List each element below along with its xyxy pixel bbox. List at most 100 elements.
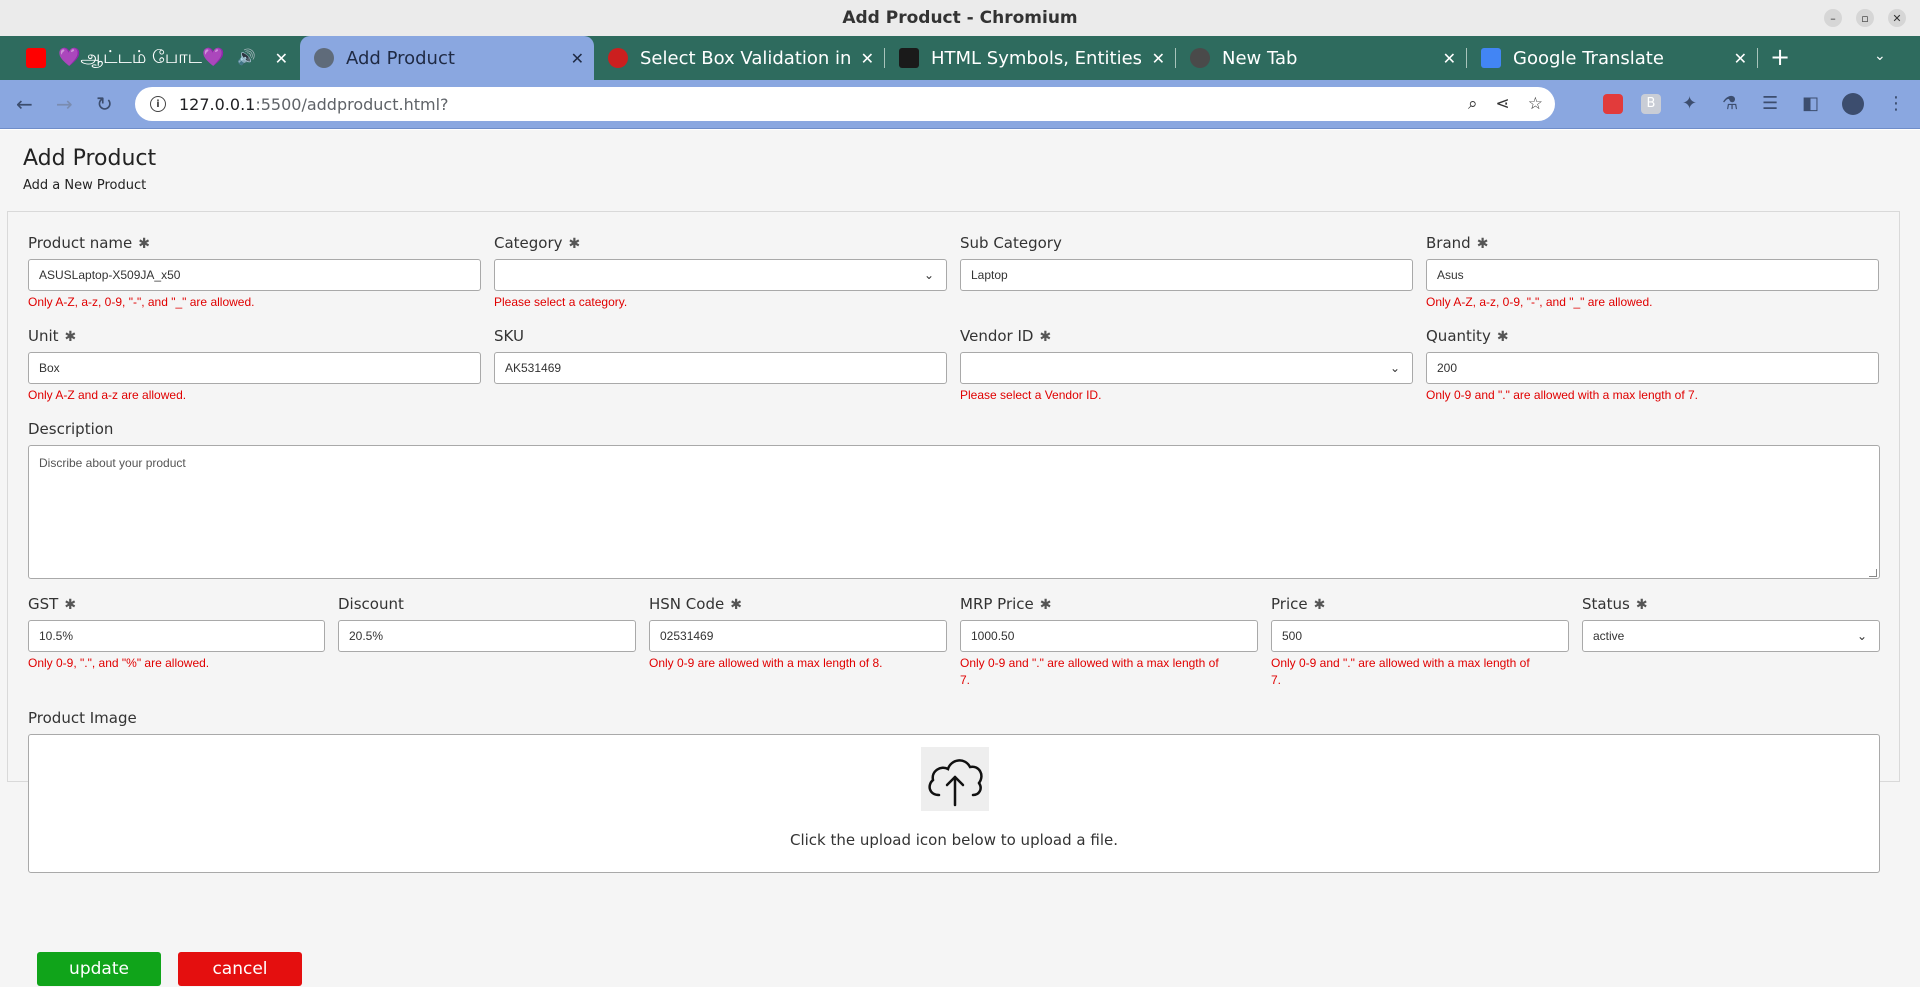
window-titlebar: Add Product - Chromium – ▫ ✕ xyxy=(0,0,1920,36)
required-icon: ✱ xyxy=(1313,597,1326,613)
reload-icon[interactable]: ↻ xyxy=(96,92,113,116)
hsn-code-error: Only 0-9 are allowed with a max length o… xyxy=(649,656,883,670)
price-error: Only 0-9 and "." are allowed with a max … xyxy=(1271,655,1530,689)
url-text[interactable]: 127.0.0.1:5500/addproduct.html? xyxy=(179,95,449,114)
close-tab-icon[interactable]: ✕ xyxy=(861,49,874,68)
required-icon: ✱ xyxy=(1635,597,1648,613)
speaker-icon[interactable]: 🔊 xyxy=(237,48,256,66)
resize-handle-icon[interactable] xyxy=(1869,569,1877,577)
description-textarea[interactable]: Discribe about your product xyxy=(28,445,1880,579)
status-select[interactable]: active ⌄ xyxy=(1582,620,1880,652)
product-name-input[interactable]: ASUSLaptop-X509JA_x50 xyxy=(28,259,481,291)
category-field: Category ✱ ⌄ Please select a category. xyxy=(494,233,947,309)
upload-cloud-icon[interactable] xyxy=(921,747,989,811)
product-name-label: Product name xyxy=(28,234,133,252)
url-host: 127.0.0.1 xyxy=(179,94,256,114)
required-icon: ✱ xyxy=(64,329,77,345)
quantity-error: Only 0-9 and "." are allowed with a max … xyxy=(1426,388,1698,402)
cancel-button[interactable]: cancel xyxy=(178,952,302,986)
product-image-field: Product Image Click the upload icon belo… xyxy=(28,708,1880,873)
image-upload-area[interactable]: Click the upload icon below to upload a … xyxy=(28,734,1880,873)
mrp-price-field: MRP Price ✱ 1000.50 Only 0-9 and "." are … xyxy=(960,594,1258,687)
maximize-icon[interactable]: ▫ xyxy=(1856,9,1874,27)
labs-flask-icon[interactable]: ⚗ xyxy=(1722,94,1738,114)
mrp-price-error-line: Only 0-9 and "." are allowed with a max … xyxy=(960,656,1219,670)
discount-field: Discount 20.5% xyxy=(338,594,636,652)
discount-label: Discount xyxy=(338,595,404,613)
sku-input[interactable]: AK531469 xyxy=(494,352,947,384)
sub-category-input[interactable]: Laptop xyxy=(960,259,1413,291)
tab-label: Google Translate xyxy=(1513,47,1664,69)
page: Add Product Add a New Product Product na… xyxy=(0,130,1920,987)
close-tab-icon[interactable]: ✕ xyxy=(1443,49,1456,68)
sku-field: SKU AK531469 xyxy=(494,326,947,384)
chromium-icon xyxy=(1190,48,1210,68)
discount-input[interactable]: 20.5% xyxy=(338,620,636,652)
required-icon: ✱ xyxy=(64,597,77,613)
forward-icon[interactable]: → xyxy=(56,92,73,116)
extension-b-icon[interactable]: B xyxy=(1641,94,1661,114)
share-icon[interactable]: ⋖ xyxy=(1496,94,1510,114)
vendor-id-select[interactable]: ⌄ xyxy=(960,352,1413,384)
product-image-label: Product Image xyxy=(28,709,137,727)
required-icon: ✱ xyxy=(1039,597,1052,613)
tab-label: Select Box Validation in xyxy=(640,47,850,69)
minimize-icon[interactable]: – xyxy=(1824,9,1842,27)
unit-error: Only A-Z and a-z are allowed. xyxy=(28,388,187,402)
extension-red-icon[interactable] xyxy=(1603,94,1623,114)
page-subtitle: Add a New Product xyxy=(23,178,147,193)
tab-youtube[interactable]: 💜ஆட்டம் போட💜 🔊 ✕ xyxy=(12,36,298,80)
category-select[interactable]: ⌄ xyxy=(494,259,947,291)
hsn-code-input[interactable]: 02531469 xyxy=(649,620,947,652)
brand-input[interactable]: Asus xyxy=(1426,259,1879,291)
tab-label: New Tab xyxy=(1222,47,1298,69)
reading-list-icon[interactable]: ☰ xyxy=(1762,94,1778,114)
new-tab-icon[interactable]: + xyxy=(1770,45,1790,69)
mrp-price-label: MRP Price xyxy=(960,595,1034,613)
required-icon: ✱ xyxy=(1476,236,1489,252)
sub-category-label: Sub Category xyxy=(960,234,1062,252)
status-label: Status xyxy=(1582,595,1630,613)
gst-input[interactable]: 10.5% xyxy=(28,620,325,652)
close-tab-icon[interactable]: ✕ xyxy=(571,49,584,68)
price-label: Price xyxy=(1271,595,1308,613)
quantity-input[interactable]: 200 xyxy=(1426,352,1879,384)
gst-label: GST xyxy=(28,595,59,613)
profile-avatar-icon[interactable] xyxy=(1842,93,1864,115)
tab-separator xyxy=(1757,48,1758,68)
tab-html-symbols[interactable]: HTML Symbols, Entities ✕ xyxy=(885,36,1175,80)
chevron-down-icon: ⌄ xyxy=(1389,361,1400,375)
tab-google-translate[interactable]: Google Translate ✕ xyxy=(1467,36,1757,80)
side-panel-icon[interactable]: ◧ xyxy=(1802,94,1819,114)
tab-search-icon[interactable]: ⌄ xyxy=(1874,48,1886,64)
mrp-price-input[interactable]: 1000.50 xyxy=(960,620,1258,652)
window-title: Add Product - Chromium xyxy=(842,8,1078,28)
price-input[interactable]: 500 xyxy=(1271,620,1569,652)
extensions-icon[interactable]: ✦ xyxy=(1682,94,1697,114)
close-tab-icon[interactable]: ✕ xyxy=(275,49,288,68)
required-icon: ✱ xyxy=(730,597,742,613)
youtube-icon xyxy=(26,48,46,68)
zoom-icon[interactable]: ⌕ xyxy=(1468,94,1478,114)
menu-kebab-icon[interactable]: ⋮ xyxy=(1887,94,1905,114)
close-window-icon[interactable]: ✕ xyxy=(1888,9,1906,27)
info-icon[interactable]: i xyxy=(150,96,166,112)
close-tab-icon[interactable]: ✕ xyxy=(1152,49,1165,68)
tab-select-box-validation[interactable]: Select Box Validation in ✕ xyxy=(594,36,884,80)
omnibox-actions: ⌕ ⋖ ☆ xyxy=(1468,94,1543,114)
address-bar[interactable]: i 127.0.0.1:5500/addproduct.html? ⌕ ⋖ ☆ xyxy=(135,87,1555,121)
price-error-line: 7. xyxy=(1271,673,1282,687)
tab-add-product[interactable]: Add Product ✕ xyxy=(300,36,594,80)
update-button[interactable]: update xyxy=(37,952,161,986)
tab-new-tab[interactable]: New Tab ✕ xyxy=(1176,36,1466,80)
unit-input[interactable]: Box xyxy=(28,352,481,384)
hsn-code-field: HSN Code ✱ 02531469 Only 0-9 are allowed … xyxy=(649,594,947,670)
back-icon[interactable]: ← xyxy=(16,92,33,116)
star-icon[interactable]: ☆ xyxy=(1528,94,1543,114)
globe-icon xyxy=(314,48,334,68)
vendor-id-label: Vendor ID xyxy=(960,327,1034,345)
close-tab-icon[interactable]: ✕ xyxy=(1734,49,1747,68)
mrp-price-error-line: 7. xyxy=(960,673,971,687)
brand-field: Brand ✱ Asus Only A-Z, a-z, 0-9, "-", and… xyxy=(1426,233,1879,309)
product-name-field: Product name ✱ ASUSLaptop-X509JA_x50 Only… xyxy=(28,233,481,309)
